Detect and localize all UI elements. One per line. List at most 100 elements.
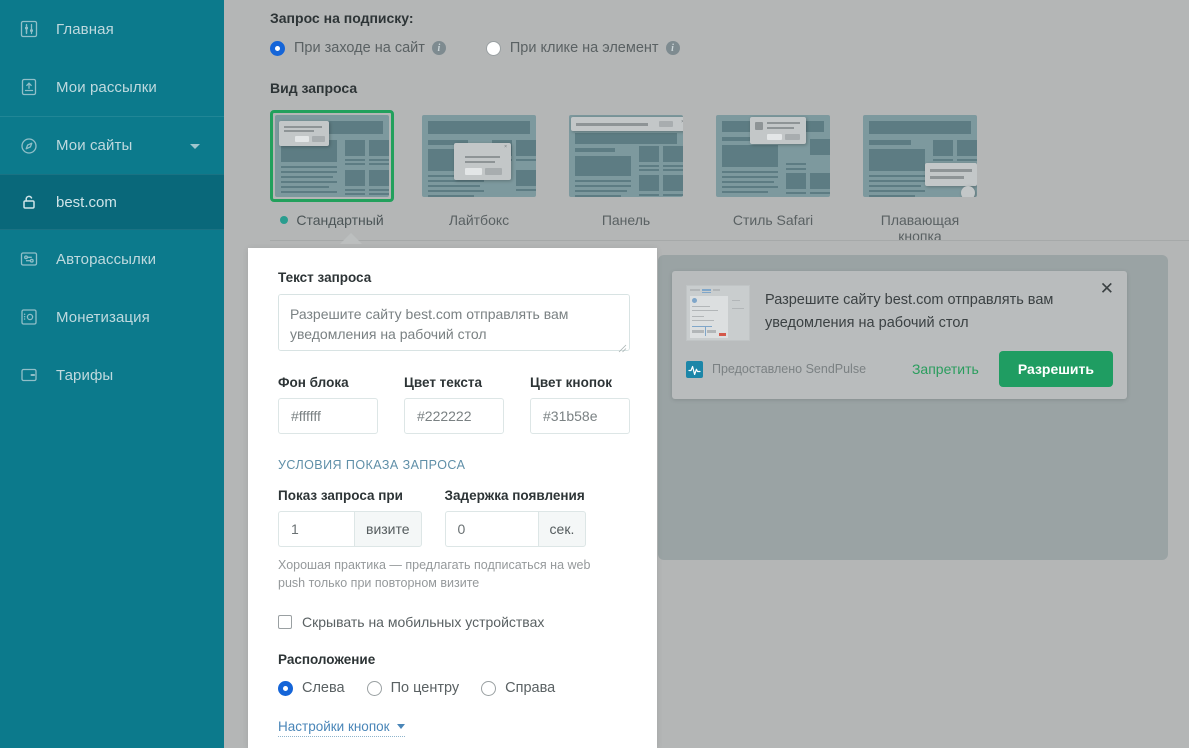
provided-by-label: Предоставлено SendPulse xyxy=(712,362,867,376)
deny-button[interactable]: Запретить xyxy=(912,361,979,377)
notification-top: Разрешите сайту best.com отправлять вам … xyxy=(672,271,1127,341)
template-preview-art xyxy=(275,115,389,197)
block-bg-color-input[interactable] xyxy=(278,398,378,434)
template-preview-art: × xyxy=(569,115,683,197)
best-practice-hint: Хорошая практика — предлагать подписатьс… xyxy=(278,558,591,590)
sidebar-item-label: Мои рассылки xyxy=(56,78,157,96)
allow-button[interactable]: Разрешить xyxy=(998,351,1113,387)
radio-on-site-enter[interactable]: При заходе на сайт i xyxy=(270,40,446,56)
color-fields-row: Фон блока Цвет текста Цвет кнопок xyxy=(278,375,630,434)
color-label: Цвет текста xyxy=(404,375,483,390)
site-screenshot-thumbnail xyxy=(686,285,750,341)
monetization-icon xyxy=(18,306,40,328)
template-option-floating-button[interactable]: Плавающая кнопка xyxy=(858,110,982,244)
radio-on-element-click[interactable]: При клике на элемент i xyxy=(485,40,680,56)
sidebar-item-campaigns[interactable]: Мои рассылки xyxy=(0,58,224,116)
sidebar-item-automation[interactable]: Авторассылки xyxy=(0,230,224,288)
radio-label: При заходе на сайт xyxy=(294,40,425,56)
radio-indicator xyxy=(485,40,501,56)
request-text-input[interactable] xyxy=(278,294,630,351)
info-icon[interactable]: i xyxy=(665,41,680,55)
visit-count-field: Показ запроса при визите xyxy=(278,488,422,547)
trigger-radio-group: При заходе на сайт i При клике на элемен… xyxy=(270,40,1189,56)
text-color-input[interactable] xyxy=(404,398,504,434)
template-option-standard[interactable]: Стандартный xyxy=(270,110,394,244)
sidebar-item-label: Монетизация xyxy=(56,308,150,326)
radio-indicator xyxy=(270,40,285,56)
visit-count-input[interactable] xyxy=(278,511,354,547)
chevron-down-icon[interactable] xyxy=(190,143,200,149)
delay-suffix: сек. xyxy=(537,511,587,547)
button-settings-link-text: Настройки кнопок xyxy=(278,719,390,734)
radio-position-right[interactable]: Справа xyxy=(481,680,555,696)
preview-area: Разрешите сайту best.com отправлять вам … xyxy=(658,255,1168,560)
color-field-buttons: Цвет кнопок xyxy=(530,375,630,434)
template-option-safari[interactable]: Стиль Safari xyxy=(711,110,835,244)
visit-count-label: Показ запроса при xyxy=(278,488,403,503)
sidebar-item-label: Главная xyxy=(56,20,114,38)
template-label: Панель xyxy=(564,212,688,228)
delay-field: Задержка появления сек. xyxy=(444,488,587,547)
color-field-block-bg: Фон блока xyxy=(278,375,378,434)
button-settings-link[interactable]: Настройки кнопок xyxy=(278,719,405,737)
dashboard-icon xyxy=(18,18,40,40)
conditions-row: Показ запроса при визите Задержка появле… xyxy=(278,488,627,547)
sites-icon xyxy=(18,135,40,157)
visit-count-suffix: визите xyxy=(354,511,422,547)
request-section-title: Запрос на подписку: xyxy=(270,10,414,26)
notification-preview-card: Разрешите сайту best.com отправлять вам … xyxy=(672,271,1127,399)
color-label: Цвет кнопок xyxy=(530,375,612,390)
sidebar-item-sites[interactable]: Мои сайты xyxy=(0,116,224,174)
sidebar-item-monetization[interactable]: Монетизация xyxy=(0,288,224,346)
panel-pointer-arrow xyxy=(340,233,362,244)
radio-position-left[interactable]: Слева xyxy=(278,680,345,696)
radio-label: По центру xyxy=(390,680,460,696)
position-radio-group: Слева По центру Справа xyxy=(278,680,627,696)
template-preview-art: × xyxy=(422,115,536,197)
radio-indicator xyxy=(481,680,497,696)
unlock-icon xyxy=(18,191,40,213)
request-settings-panel: Текст запроса Фон блока Цвет текста Цвет… xyxy=(248,248,657,748)
radio-label: Справа xyxy=(505,680,556,696)
template-label-text: Стиль Safari xyxy=(732,212,814,228)
button-color-input[interactable] xyxy=(530,398,630,434)
template-preview-art xyxy=(863,115,977,197)
selected-dot-icon xyxy=(280,216,289,224)
sidebar-item-best-com[interactable]: best.com xyxy=(0,174,224,230)
hide-on-mobile-label: Скрывать на мобильных устройствах xyxy=(302,614,545,630)
hide-on-mobile-checkbox[interactable] xyxy=(278,615,292,629)
sidebar: Главная Мои рассылки Мои сайты best.com … xyxy=(0,0,224,748)
template-thumbnail[interactable]: × xyxy=(564,110,688,202)
sidebar-item-home[interactable]: Главная xyxy=(0,0,224,58)
position-section-label: Расположение xyxy=(278,652,376,667)
template-thumbnail[interactable] xyxy=(858,110,982,202)
radio-indicator xyxy=(278,680,293,696)
radio-position-center[interactable]: По центру xyxy=(366,680,460,696)
color-label: Фон блока xyxy=(278,375,349,390)
radio-indicator xyxy=(366,680,382,696)
sidebar-item-pricing[interactable]: Тарифы xyxy=(0,346,224,404)
request-text-label: Текст запроса xyxy=(278,270,372,285)
notification-bottom: Предоставлено SendPulse Запретить Разреш… xyxy=(686,351,1113,387)
template-option-lightbox[interactable]: × Лайтбокс xyxy=(417,110,541,244)
close-icon[interactable]: ✕ xyxy=(1100,281,1114,298)
radio-label: Слева xyxy=(302,680,345,696)
template-label-text: Стандартный xyxy=(296,212,384,228)
template-thumbnail[interactable] xyxy=(711,110,835,202)
delay-input[interactable] xyxy=(444,511,538,547)
sidebar-item-label: Мои сайты xyxy=(56,137,133,154)
automation-icon xyxy=(18,248,40,270)
hide-on-mobile-checkbox-row[interactable]: Скрывать на мобильных устройствах xyxy=(278,614,627,630)
section-divider xyxy=(270,240,1189,241)
sidebar-item-label: Авторассылки xyxy=(56,250,157,268)
template-thumbnail[interactable]: × xyxy=(417,110,541,202)
template-option-panel[interactable]: × Панель xyxy=(564,110,688,244)
template-label: Лайтбокс xyxy=(417,212,541,228)
template-label-text: Панель xyxy=(601,212,651,228)
conditions-section-title: УСЛОВИЯ ПОКАЗА ЗАПРОСА xyxy=(278,458,466,472)
template-label-text: Лайтбокс xyxy=(448,212,510,228)
sidebar-subitem-label: best.com xyxy=(56,193,117,211)
template-thumbnail[interactable] xyxy=(270,110,394,202)
radio-label: При клике на элемент xyxy=(509,40,659,56)
info-icon[interactable]: i xyxy=(431,41,446,55)
